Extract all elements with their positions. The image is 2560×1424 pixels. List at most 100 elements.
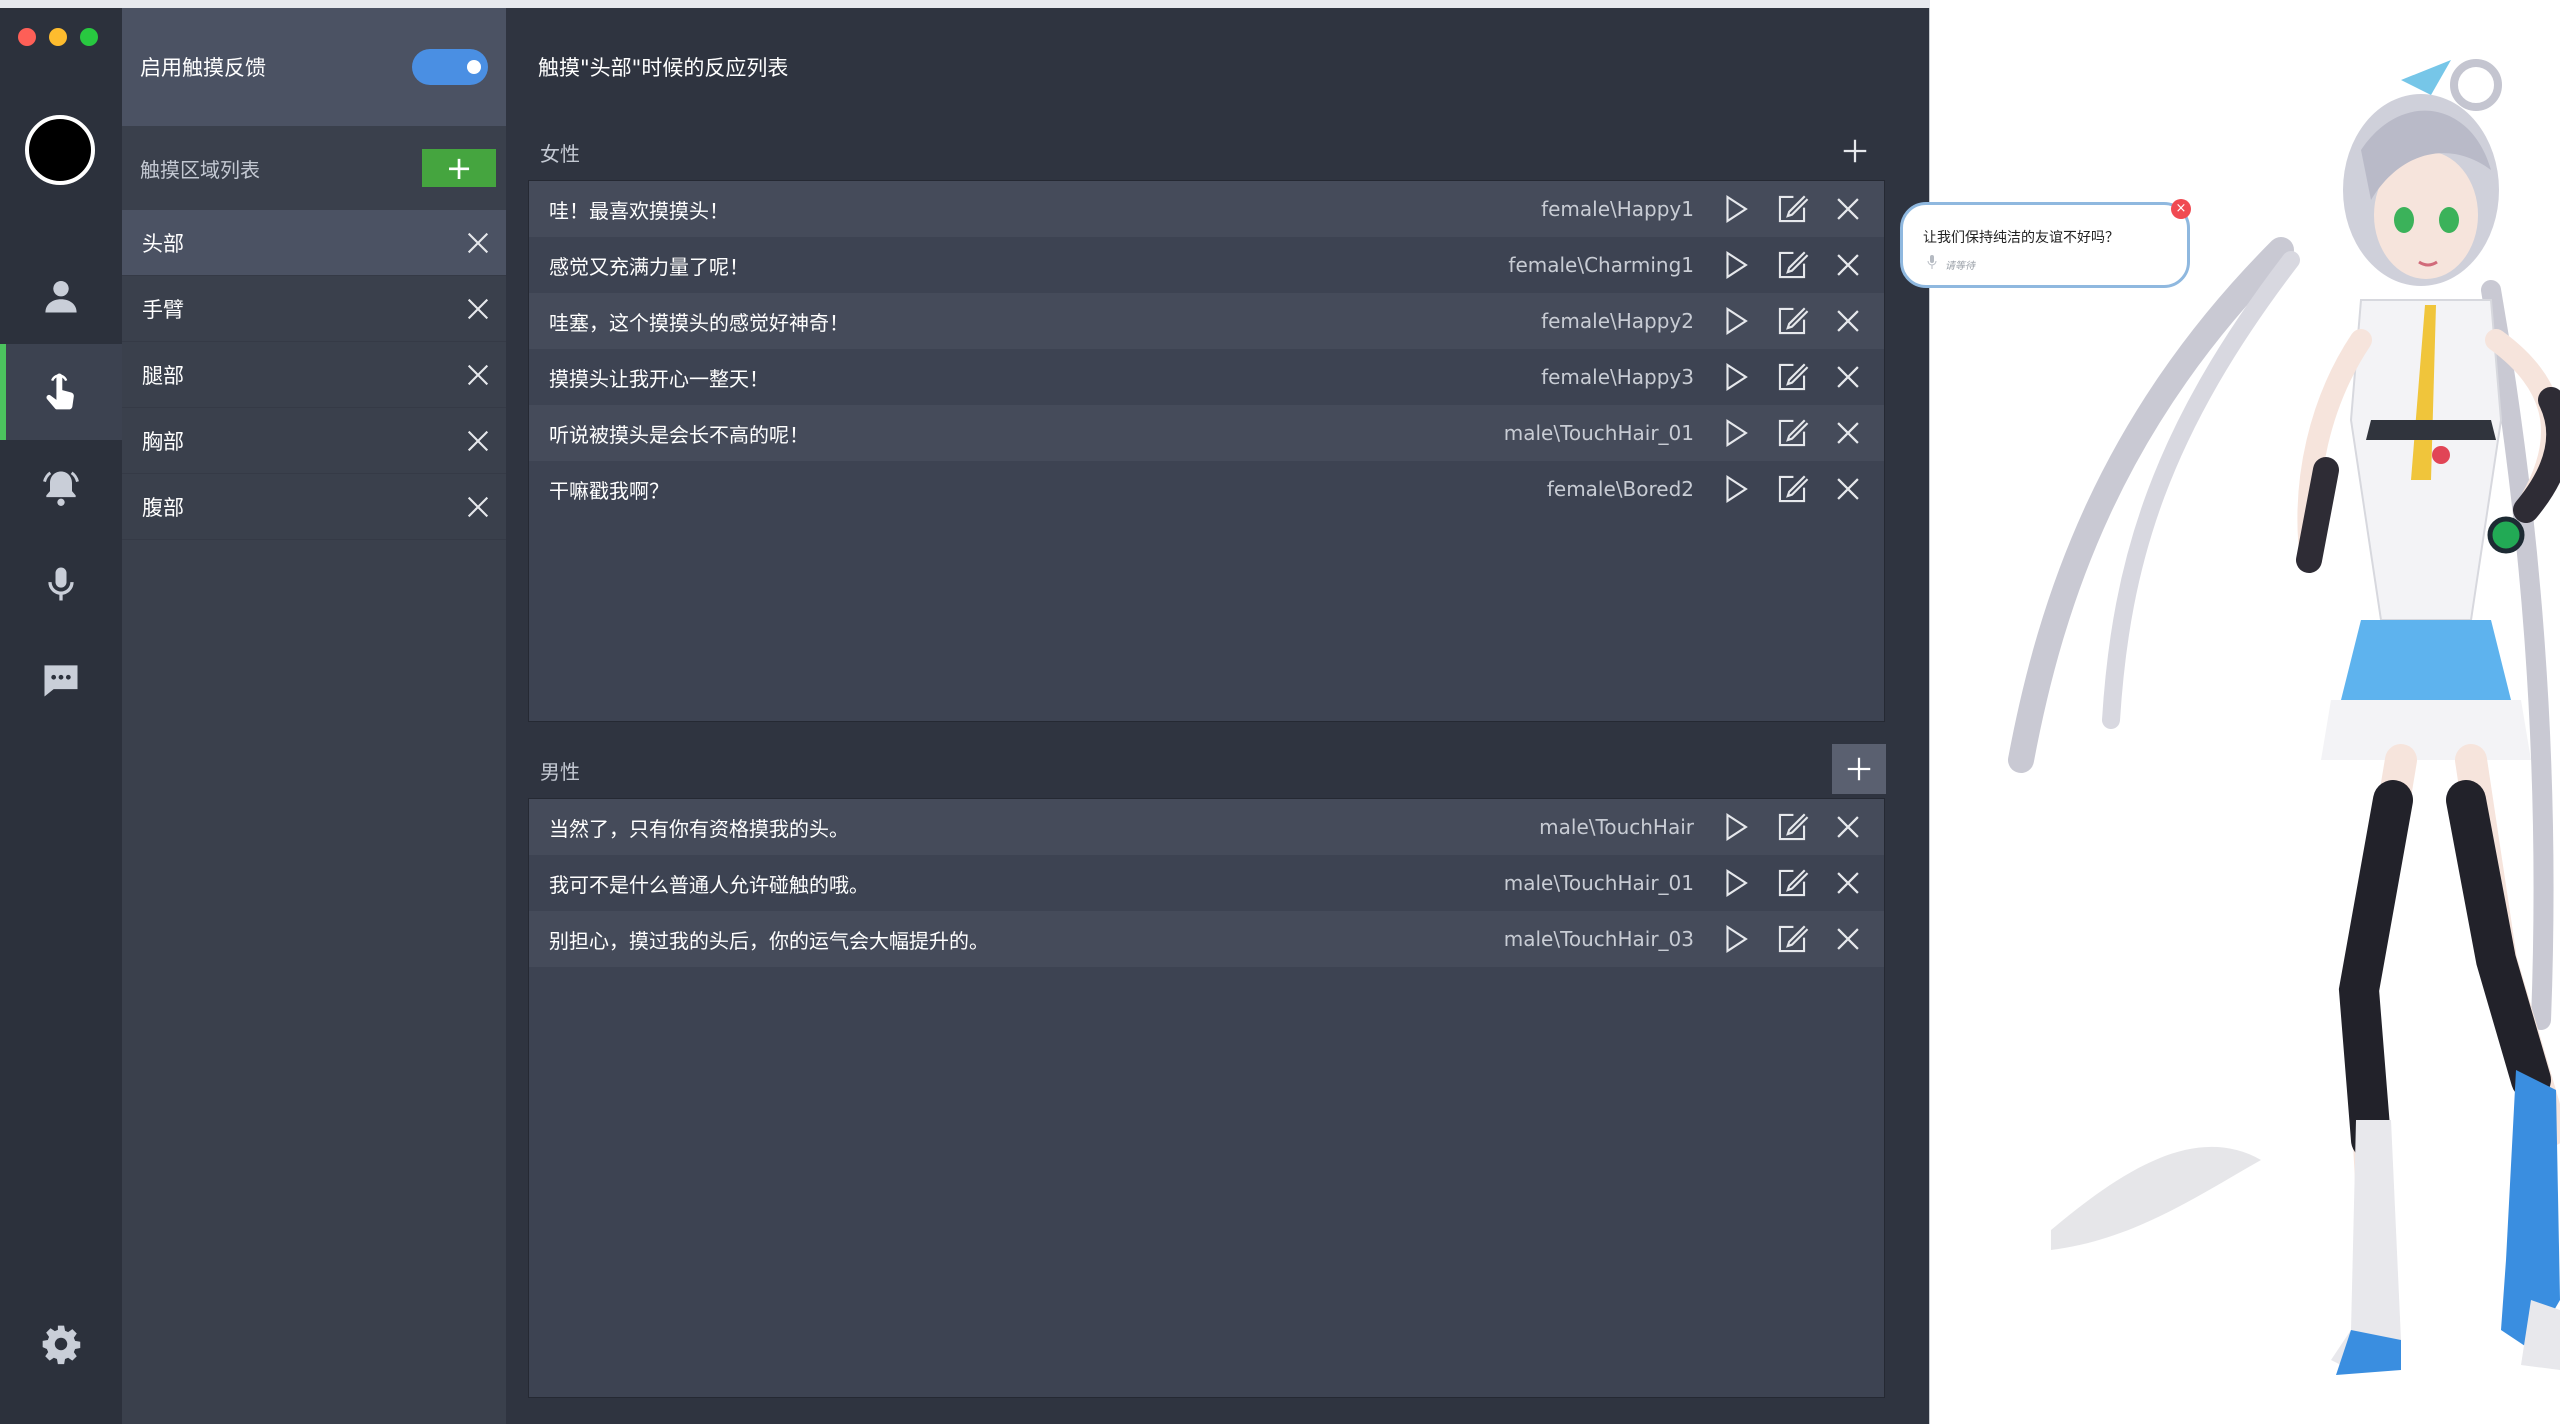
male-reaction-list: 当然了，只有你有资格摸我的头。 male\TouchHair 我可不是什么普通人允许… [528, 798, 1885, 1398]
nav-touch[interactable] [0, 344, 122, 440]
nav-chat[interactable] [0, 632, 122, 728]
close-icon [1837, 478, 1859, 500]
nav-settings[interactable] [0, 1296, 122, 1392]
edit-button[interactable] [1764, 181, 1820, 237]
table-row[interactable]: 听说被摸头是会长不高的呢！ male\TouchHair_01 [529, 405, 1884, 461]
touch-feedback-toggle[interactable] [412, 49, 488, 85]
play-button[interactable] [1708, 799, 1764, 855]
plus-icon [1847, 757, 1871, 781]
add-female-reaction-button[interactable] [1828, 126, 1882, 176]
minimize-window-button[interactable] [49, 28, 67, 46]
edit-button[interactable] [1764, 237, 1820, 293]
region-name: 胸部 [142, 429, 184, 454]
bubble-status: 请等待 [1945, 261, 1975, 272]
reaction-text: 别担心，摸过我的头后，你的运气会大幅提升的。 [549, 928, 989, 953]
animation-name: male\TouchHair_01 [1503, 871, 1694, 895]
reaction-panel: 触摸"头部"时候的反应列表 女性 哇！最喜欢摸摸头！ female\Happy1 感… [506, 0, 1929, 1424]
close-icon [467, 232, 489, 253]
close-window-button[interactable] [18, 28, 36, 46]
delete-region-button[interactable] [460, 489, 496, 525]
edit-button[interactable] [1764, 799, 1820, 855]
region-item-belly[interactable]: 腹部 [122, 474, 506, 540]
table-row[interactable]: 别担心，摸过我的头后，你的运气会大幅提升的。 male\TouchHair_03 [529, 911, 1884, 967]
delete-button[interactable] [1820, 799, 1876, 855]
play-button[interactable] [1708, 349, 1764, 405]
close-icon [1837, 422, 1859, 444]
edit-button[interactable] [1764, 461, 1820, 517]
animation-name: male\TouchHair [1539, 815, 1694, 839]
region-list-header: 触摸区域列表 + [122, 126, 506, 210]
add-region-button[interactable]: + [422, 149, 496, 187]
delete-button[interactable] [1820, 237, 1876, 293]
delete-region-button[interactable] [460, 225, 496, 261]
delete-button[interactable] [1820, 911, 1876, 967]
close-icon [1837, 928, 1859, 950]
close-bubble-button[interactable]: × [2171, 199, 2191, 219]
edit-icon [1778, 251, 1809, 279]
edit-button[interactable] [1764, 349, 1820, 405]
reaction-text: 摸摸头让我开心一整天！ [549, 366, 769, 391]
zoom-window-button[interactable] [80, 28, 98, 46]
table-row[interactable]: 当然了，只有你有资格摸我的头。 male\TouchHair [529, 799, 1884, 855]
avatar[interactable] [25, 115, 95, 185]
play-button[interactable] [1708, 461, 1764, 517]
edit-button[interactable] [1764, 405, 1820, 461]
toggle-knob [467, 60, 481, 74]
reaction-text: 干嘛戳我啊？ [549, 478, 669, 503]
play-button[interactable] [1708, 855, 1764, 911]
region-item-head[interactable]: 头部 [122, 210, 506, 276]
page-title: 触摸"头部"时候的反应列表 [538, 56, 789, 80]
edit-icon [1778, 869, 1809, 897]
table-row[interactable]: 感觉又充满力量了呢！ female\Charming1 [529, 237, 1884, 293]
animation-name: male\TouchHair_01 [1503, 421, 1694, 445]
bubble-message: 让我们保持纯洁的友谊不好吗？ [1923, 230, 2119, 246]
delete-button[interactable] [1820, 293, 1876, 349]
edit-icon [1778, 363, 1809, 391]
window-controls [18, 28, 98, 46]
region-item-chest[interactable]: 胸部 [122, 408, 506, 474]
app-window: 启用触摸反馈 触摸区域列表 + 头部 手臂 腿部 胸部 腹部 触摸"头部"时候的… [0, 0, 1930, 1424]
play-button[interactable] [1708, 911, 1764, 967]
region-item-arm[interactable]: 手臂 [122, 276, 506, 342]
table-row[interactable]: 我可不是什么普通人允许碰触的哦。 male\TouchHair_01 [529, 855, 1884, 911]
reaction-text: 哇塞，这个摸摸头的感觉好神奇！ [549, 310, 849, 335]
region-item-leg[interactable]: 腿部 [122, 342, 506, 408]
nav-profile[interactable] [0, 248, 122, 344]
delete-region-button[interactable] [460, 357, 496, 393]
play-icon [1726, 418, 1748, 448]
table-row[interactable]: 干嘛戳我啊？ female\Bored2 [529, 461, 1884, 517]
delete-button[interactable] [1820, 461, 1876, 517]
male-section-label: 男性 [540, 760, 580, 784]
play-icon [1726, 924, 1748, 954]
play-button[interactable] [1708, 405, 1764, 461]
edit-icon [1778, 813, 1809, 841]
delete-button[interactable] [1820, 181, 1876, 237]
touch-region-panel: 启用触摸反馈 触摸区域列表 + 头部 手臂 腿部 胸部 腹部 [122, 0, 506, 1424]
region-name: 腿部 [142, 363, 184, 388]
delete-button[interactable] [1820, 349, 1876, 405]
microphone-icon [48, 567, 74, 601]
close-icon [1837, 254, 1859, 276]
edit-icon [1778, 195, 1809, 223]
edit-button[interactable] [1764, 293, 1820, 349]
delete-region-button[interactable] [460, 291, 496, 327]
table-row[interactable]: 摸摸头让我开心一整天！ female\Happy3 [529, 349, 1884, 405]
edit-icon [1778, 925, 1809, 953]
edit-button[interactable] [1764, 855, 1820, 911]
delete-region-button[interactable] [460, 423, 496, 459]
play-button[interactable] [1708, 237, 1764, 293]
animation-name: female\Charming1 [1508, 253, 1694, 277]
play-button[interactable] [1708, 293, 1764, 349]
nav-notifications[interactable] [0, 440, 122, 536]
delete-button[interactable] [1820, 855, 1876, 911]
gear-icon [42, 1325, 81, 1365]
close-icon [467, 496, 489, 517]
delete-button[interactable] [1820, 405, 1876, 461]
nav-voice[interactable] [0, 536, 122, 632]
table-row[interactable]: 哇！最喜欢摸摸头！ female\Happy1 [529, 181, 1884, 237]
table-row[interactable]: 哇塞，这个摸摸头的感觉好神奇！ female\Happy2 [529, 293, 1884, 349]
edit-button[interactable] [1764, 911, 1820, 967]
play-button[interactable] [1708, 181, 1764, 237]
animation-name: male\TouchHair_03 [1503, 927, 1694, 951]
add-male-reaction-button[interactable] [1832, 744, 1886, 794]
